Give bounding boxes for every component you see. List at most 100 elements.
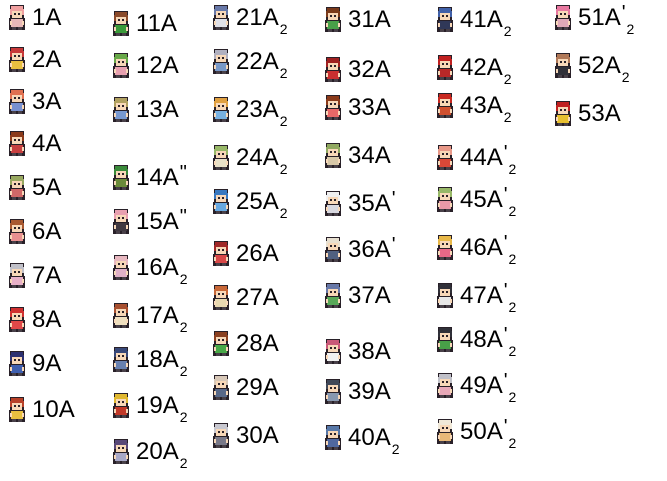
- sprite-number: 31: [348, 6, 375, 33]
- sprite-letter: A: [162, 254, 179, 281]
- sprite-subscript: 2: [279, 21, 288, 37]
- sprite-subscript: 2: [503, 109, 512, 125]
- character-sprite-icon: [213, 49, 229, 74]
- sprite-label: 34A: [348, 142, 391, 170]
- sprite-number: 45: [460, 186, 487, 213]
- sprite-letter: A: [486, 326, 503, 353]
- sprite-number: 35: [348, 190, 375, 217]
- sprite-mark: ': [503, 280, 508, 302]
- sprite-label: 51A'2: [578, 2, 634, 37]
- sprite-letter: A: [604, 4, 621, 31]
- sprite-letter: A: [374, 236, 391, 263]
- character-sprite-icon: [9, 351, 25, 376]
- sprite-number: 14: [136, 164, 163, 191]
- sprite-label: 15A": [136, 206, 187, 237]
- sprite-label: 50A'2: [460, 416, 516, 451]
- sprite-number: 50: [460, 418, 487, 445]
- sprite-number: 44: [460, 144, 487, 171]
- character-sprite-icon: [325, 95, 341, 120]
- character-sprite-icon: [9, 89, 25, 114]
- sprite-subscript: 2: [179, 319, 188, 335]
- sprite-letter: A: [45, 350, 62, 377]
- sprite-letter: A: [162, 208, 179, 235]
- sprite-label: 11A: [136, 10, 177, 38]
- character-sprite-icon: [437, 235, 453, 260]
- sprite-label: 20A2: [136, 438, 188, 471]
- sprite-number: 29: [236, 374, 263, 401]
- sprite-number: 33: [348, 94, 375, 121]
- sprite-label: 45A'2: [460, 184, 516, 219]
- sprite-number: 1: [32, 4, 46, 31]
- sprite-letter: A: [162, 164, 179, 191]
- character-sprite-icon: [213, 145, 229, 170]
- sprite-number: 15: [136, 208, 163, 235]
- character-sprite-icon: [555, 101, 571, 126]
- character-sprite-icon: [213, 375, 229, 400]
- character-sprite-icon: [325, 237, 341, 262]
- character-sprite-icon: [437, 187, 453, 212]
- sprite-label: 12A: [136, 52, 179, 80]
- sprite-mark: ': [391, 188, 396, 210]
- character-sprite-icon: [113, 209, 129, 234]
- sprite-label: 31A: [348, 6, 391, 34]
- sprite-letter: A: [486, 144, 503, 171]
- sprite-letter: A: [262, 330, 279, 357]
- sprite-subscript: 2: [179, 455, 188, 471]
- character-sprite-icon: [213, 189, 229, 214]
- sprite-number: 9: [32, 350, 46, 377]
- character-sprite-icon: [113, 165, 129, 190]
- sprite-letter: A: [262, 48, 279, 75]
- character-sprite-icon: [437, 283, 453, 308]
- sprite-mark: ': [503, 324, 508, 346]
- sprite-letter: A: [45, 306, 62, 333]
- sprite-letter: A: [374, 56, 391, 83]
- sprite-label: 21A2: [236, 4, 288, 37]
- sprite-letter: A: [58, 396, 75, 423]
- sprite-label: 39A: [348, 378, 391, 406]
- sprite-letter: A: [45, 218, 62, 245]
- character-sprite-icon: [213, 331, 229, 356]
- sprite-mark: ': [503, 370, 508, 392]
- character-sprite-icon: [437, 7, 453, 32]
- sprite-label: 44A'2: [460, 142, 516, 177]
- sprite-letter: A: [374, 378, 391, 405]
- sprite-label: 32A: [348, 56, 391, 84]
- sprite-number: 24: [236, 144, 263, 171]
- sprite-number: 47: [460, 282, 487, 309]
- character-sprite-icon: [9, 263, 25, 288]
- sprite-label: 26A: [236, 240, 279, 268]
- sprite-letter: A: [45, 46, 62, 73]
- sprite-label: 53A: [578, 100, 621, 128]
- character-sprite-icon: [325, 143, 341, 168]
- sprite-letter: A: [374, 190, 391, 217]
- sprite-mark: ": [179, 206, 187, 228]
- sprite-number: 4: [32, 130, 46, 157]
- sprite-label: 1A: [32, 4, 61, 32]
- sprite-number: 46: [460, 234, 487, 261]
- sprite-letter: A: [262, 144, 279, 171]
- sprite-letter: A: [262, 96, 279, 123]
- sprite-number: 27: [236, 284, 263, 311]
- sprite-label: 6A: [32, 218, 61, 246]
- sprite-number: 17: [136, 302, 163, 329]
- character-sprite-icon: [437, 419, 453, 444]
- sprite-letter: A: [486, 234, 503, 261]
- sprite-letter: A: [162, 392, 179, 419]
- character-sprite-icon: [325, 379, 341, 404]
- sprite-letter: A: [374, 424, 391, 451]
- sprite-label: 25A2: [236, 188, 288, 221]
- sprite-subscript: 2: [508, 251, 517, 267]
- sprite-number: 25: [236, 188, 263, 215]
- sprite-label: 36A': [348, 234, 396, 265]
- sprite-number: 37: [348, 282, 375, 309]
- character-sprite-icon: [113, 53, 129, 78]
- sprite-letter: A: [262, 374, 279, 401]
- sprite-letter: A: [374, 94, 391, 121]
- character-sprite-icon: [9, 219, 25, 244]
- sprite-letter: A: [45, 88, 62, 115]
- sprite-number: 48: [460, 326, 487, 353]
- sprite-letter: A: [162, 96, 179, 123]
- sprite-label: 18A2: [136, 346, 188, 379]
- sprite-subscript: 2: [279, 161, 288, 177]
- sprite-label: 49A'2: [460, 370, 516, 405]
